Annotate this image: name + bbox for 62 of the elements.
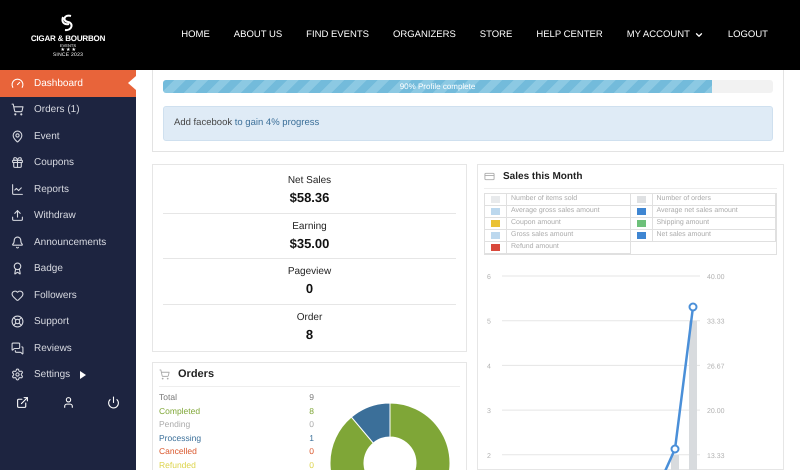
progress-label: 90% Profile complete — [400, 80, 476, 92]
nav-link[interactable]: STORE — [480, 28, 512, 42]
sidebar-item[interactable]: Coupons — [0, 150, 136, 176]
sidebar-item[interactable]: Reports — [0, 176, 136, 202]
user-icon[interactable] — [62, 396, 74, 409]
order-status-label: Total — [159, 391, 177, 404]
card-title: Sales this Month — [503, 170, 582, 184]
nav-link[interactable]: HOME — [181, 28, 210, 42]
nav-link[interactable]: MY ACCOUNT — [626, 28, 704, 42]
order-status-count: 0 — [309, 458, 314, 470]
gift-icon — [11, 156, 24, 170]
award-icon — [11, 262, 24, 276]
stat-label: Pageview — [288, 265, 332, 279]
sidebar-item[interactable]: Settings — [0, 362, 136, 388]
order-status-label: Processing — [159, 432, 202, 445]
stat-value: 0 — [306, 280, 314, 298]
line-chart-icon — [11, 182, 24, 196]
sidebar-item[interactable]: Orders (1) — [0, 96, 136, 123]
stat-value: 8 — [306, 326, 314, 344]
map-pin-icon — [11, 130, 24, 143]
stat-label: Order — [296, 310, 322, 324]
power-icon[interactable] — [107, 396, 120, 409]
external-link-icon[interactable] — [16, 396, 29, 409]
order-status-count: 1 — [309, 432, 314, 444]
stat-value: $58.36 — [290, 188, 330, 206]
nav-link[interactable]: ABOUT US — [234, 28, 282, 42]
order-status-label: Completed — [159, 404, 200, 418]
cart-icon — [11, 103, 24, 116]
bell-icon — [11, 236, 24, 249]
nav-link[interactable]: HELP CENTER — [536, 28, 603, 42]
stat-value: $35.00 — [290, 234, 330, 252]
order-status-count: 0 — [309, 445, 314, 458]
sidebar-item[interactable]: Event — [0, 123, 136, 150]
stat-label: Earning — [292, 220, 327, 234]
order-status-label: Cancelled — [159, 445, 197, 458]
chat-bubbles-icon — [11, 342, 24, 355]
order-status-count: 0 — [309, 418, 314, 431]
card-title: Orders — [178, 367, 214, 382]
stat-label: Net Sales — [288, 174, 332, 188]
cart-icon — [159, 369, 170, 380]
sidebar-item[interactable]: Badge — [0, 256, 136, 282]
order-status-label: Pending — [159, 418, 190, 431]
order-status-count: 9 — [309, 391, 314, 404]
order-status-count: 8 — [309, 404, 314, 418]
sidebar-item[interactable]: Announcements — [0, 229, 136, 256]
nav-link[interactable]: LOGOUT — [728, 28, 768, 42]
card-icon — [484, 171, 495, 182]
heart-icon — [11, 288, 24, 302]
lifebuoy-icon — [11, 315, 24, 328]
sidebar-item[interactable]: Support — [0, 308, 136, 335]
nav-link[interactable]: ORGANIZERS — [392, 28, 456, 42]
tip-link[interactable]: to gain 4% progress — [234, 116, 320, 131]
upload-icon — [11, 209, 24, 222]
sidebar-item[interactable]: Followers — [0, 282, 136, 308]
order-status-label: Refunded — [159, 458, 196, 470]
sidebar-item[interactable]: Reviews — [0, 335, 136, 362]
tip-text: Add facebook — [174, 116, 234, 130]
settings-icon — [11, 368, 24, 382]
logo-wordmark: CIGAR & BOURBON — [30, 34, 106, 42]
nav-link[interactable]: FIND EVENTS — [306, 28, 369, 42]
gauge-icon — [11, 76, 24, 90]
sidebar-item[interactable]: Withdraw — [0, 202, 136, 229]
